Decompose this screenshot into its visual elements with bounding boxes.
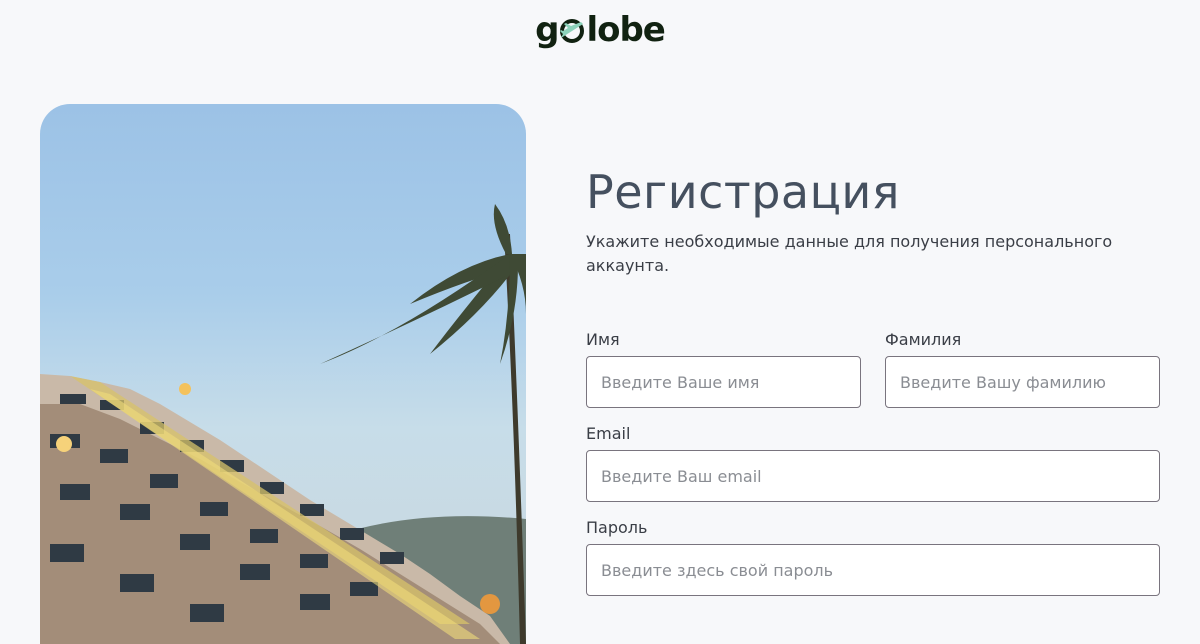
last-name-field: Фамилия <box>885 330 1160 408</box>
last-name-input[interactable] <box>885 356 1160 408</box>
hero-image <box>40 104 526 644</box>
email-field: Email <box>586 424 1160 502</box>
airplane-icon <box>560 19 585 43</box>
password-input[interactable] <box>586 544 1160 596</box>
password-field: Пароль <box>586 518 1160 596</box>
first-name-field: Имя <box>586 330 861 408</box>
logo-prefix: g <box>535 10 559 50</box>
registration-form: Регистрация Укажите необходимые данные д… <box>586 160 1160 596</box>
page-subtitle: Укажите необходимые данные для получения… <box>586 232 1113 275</box>
email-input[interactable] <box>586 450 1160 502</box>
logo-suffix: lobe <box>586 10 665 50</box>
page-title: Регистрация <box>586 165 900 219</box>
email-label: Email <box>586 424 631 443</box>
resort-photo <box>40 204 526 644</box>
password-label: Пароль <box>586 518 648 537</box>
first-name-input[interactable] <box>586 356 861 408</box>
golobe-logo[interactable]: g lobe <box>535 10 666 50</box>
header: g lobe <box>0 0 1200 64</box>
first-name-label: Имя <box>586 330 620 349</box>
last-name-label: Фамилия <box>885 330 962 349</box>
